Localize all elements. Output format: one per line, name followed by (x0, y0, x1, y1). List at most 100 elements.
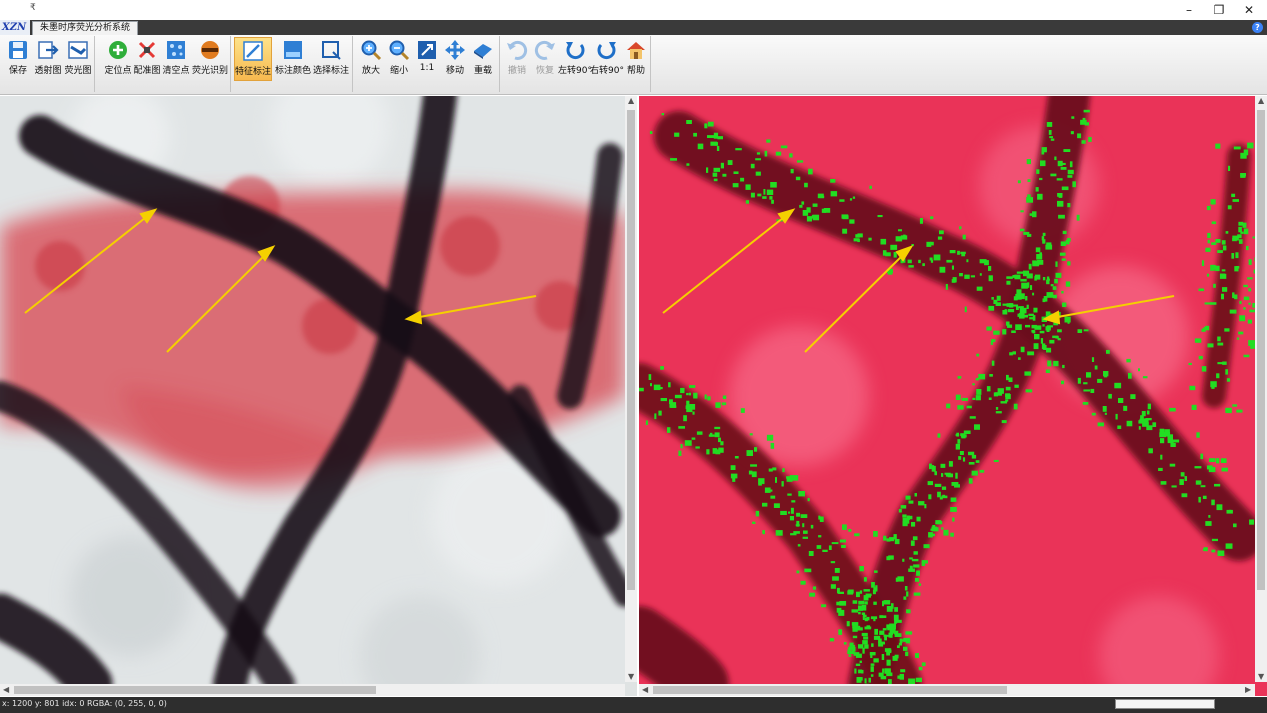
reload-button[interactable]: 重载 (470, 37, 496, 77)
close-button[interactable]: ✕ (1234, 0, 1264, 20)
zoom-out-button[interactable]: 缩小 (386, 37, 412, 77)
feature-annotation-button[interactable]: 特征标注 (234, 37, 272, 81)
fluorescence-image-button[interactable]: 荧光图 (63, 37, 93, 77)
fluorescence-mark (906, 515, 910, 520)
transmission-image-button[interactable]: 透射图 (33, 37, 63, 77)
annotation-color-icon (284, 41, 302, 59)
scroll-right-arrow-icon[interactable]: ▶ (1245, 685, 1251, 694)
move-button[interactable]: 移动 (442, 37, 468, 77)
tab-main[interactable]: 朱墨时序荧光分析系统 (32, 21, 138, 35)
fluorescence-mark (1094, 365, 1098, 370)
file-group: 保存 透射图 荧光图 (2, 36, 95, 92)
fluorescence-mark (1238, 226, 1242, 233)
fluorescence-mark (653, 384, 661, 391)
fluorescence-mark (822, 549, 828, 552)
fluorescence-mark (770, 182, 777, 188)
fluorescence-mark (1238, 239, 1243, 244)
fluorescence-mark (886, 659, 891, 666)
minimize-button[interactable]: – (1174, 0, 1204, 20)
fluorescence-recognition-button[interactable]: 荧光识别 (191, 37, 229, 77)
fluorescence-mark (660, 398, 667, 402)
fluorescence-mark (1220, 458, 1227, 463)
zoom-in-button[interactable]: 放大 (358, 37, 384, 77)
registration-button[interactable]: 配准图 (133, 37, 161, 77)
fluorescence-image-pane[interactable]: ▲ ▼ ◀ ▶ (639, 96, 1267, 696)
transmission-image[interactable] (0, 96, 636, 696)
fluorescence-image[interactable] (639, 96, 1267, 696)
rotate-right-button[interactable]: 右转90° (590, 37, 624, 77)
help-icon[interactable]: ? (1252, 22, 1263, 33)
fluorescence-mark (764, 150, 768, 157)
fluorescence-mark (1046, 325, 1053, 328)
fluorescence-mark (1069, 161, 1073, 168)
help-button[interactable]: 帮助 (623, 37, 649, 77)
fluorescence-mark (686, 400, 690, 406)
scroll-up-arrow-icon[interactable]: ▲ (1258, 96, 1264, 105)
quick-access-toolbar[interactable]: ₹ (30, 3, 36, 13)
right-horizontal-scroll-thumb[interactable] (653, 686, 1007, 694)
fluorescence-mark (890, 244, 898, 250)
fluorescence-mark (928, 532, 933, 538)
restore-button[interactable]: ❐ (1204, 0, 1234, 20)
fluorescence-mark (1152, 422, 1157, 427)
clear-points-icon (167, 41, 185, 59)
fluorescence-mark (883, 600, 891, 605)
fluorescence-mark (933, 254, 941, 261)
scroll-left-arrow-icon[interactable]: ◀ (3, 685, 9, 694)
undo-button[interactable]: 撤销 (503, 37, 531, 77)
transmission-image-pane[interactable]: ▲ ▼ ◀ (0, 96, 637, 696)
scroll-down-arrow-icon[interactable]: ▼ (628, 672, 634, 681)
left-horizontal-scroll-thumb[interactable] (14, 686, 376, 694)
fluorescence-mark (720, 162, 724, 169)
fluorescence-mark (811, 214, 818, 219)
fluorescence-mark (1041, 343, 1046, 350)
right-vertical-scroll-thumb[interactable] (1257, 110, 1265, 590)
fluorescence-mark (1041, 236, 1045, 241)
fluorescence-mark (1088, 137, 1092, 142)
left-horizontal-scrollbar[interactable]: ◀ (0, 684, 625, 696)
fluorescence-mark (1065, 239, 1070, 245)
fluorescence-mark (930, 241, 934, 246)
rotate-left-button[interactable]: 左转90° (558, 37, 592, 77)
clear-points-label: 清空点 (162, 66, 190, 76)
fluorescence-mark (921, 662, 926, 667)
fluorescence-mark (1232, 404, 1238, 407)
fluorescence-mark (1031, 324, 1037, 329)
right-vertical-scrollbar[interactable]: ▲ ▼ (1255, 96, 1267, 682)
left-vertical-scrollbar[interactable]: ▲ ▼ (625, 96, 637, 682)
scroll-up-arrow-icon[interactable]: ▲ (628, 96, 634, 105)
left-vertical-scroll-thumb[interactable] (627, 110, 635, 590)
actual-size-button[interactable]: 1:1 (414, 37, 440, 77)
scroll-left-arrow-icon[interactable]: ◀ (642, 685, 648, 694)
fluorescence-mark (1067, 203, 1071, 208)
fluorescence-mark (802, 523, 805, 528)
fluorescence-mark (1061, 290, 1064, 294)
fluorescence-mark (915, 677, 922, 683)
fluorescence-mark (1032, 211, 1037, 218)
fluorescence-mark (1035, 187, 1039, 192)
fluorescence-mark (899, 639, 904, 642)
fluorescence-mark (951, 265, 954, 270)
redo-button[interactable]: 恢复 (531, 37, 559, 77)
fluorescence-mark (1171, 485, 1177, 488)
fluorescence-mark (751, 471, 757, 478)
annotation-color-button[interactable]: 标注颜色 (274, 37, 312, 77)
fluorescence-mark (800, 580, 806, 585)
fluorescence-mark (859, 660, 862, 663)
right-horizontal-scrollbar[interactable]: ◀ ▶ (639, 684, 1255, 696)
fluorescence-mark (904, 586, 908, 591)
clear-points-button[interactable]: 清空点 (162, 37, 190, 77)
scroll-down-arrow-icon[interactable]: ▼ (1258, 672, 1264, 681)
fluorescence-mark (668, 382, 671, 388)
locate-point-button[interactable]: 定位点 (104, 37, 132, 77)
save-button[interactable]: 保存 (5, 37, 31, 77)
select-annotation-button[interactable]: 选择标注 (312, 37, 350, 77)
fluorescence-mark (1205, 247, 1211, 252)
fluorescence-mark (1232, 292, 1235, 299)
fluorescence-mark (945, 284, 948, 290)
fluorescence-mark (945, 473, 952, 477)
fluorescence-mark (658, 410, 662, 416)
fluorescence-mark (956, 432, 959, 437)
fluorescence-mark (858, 600, 865, 605)
fluorescence-mark (830, 561, 836, 564)
